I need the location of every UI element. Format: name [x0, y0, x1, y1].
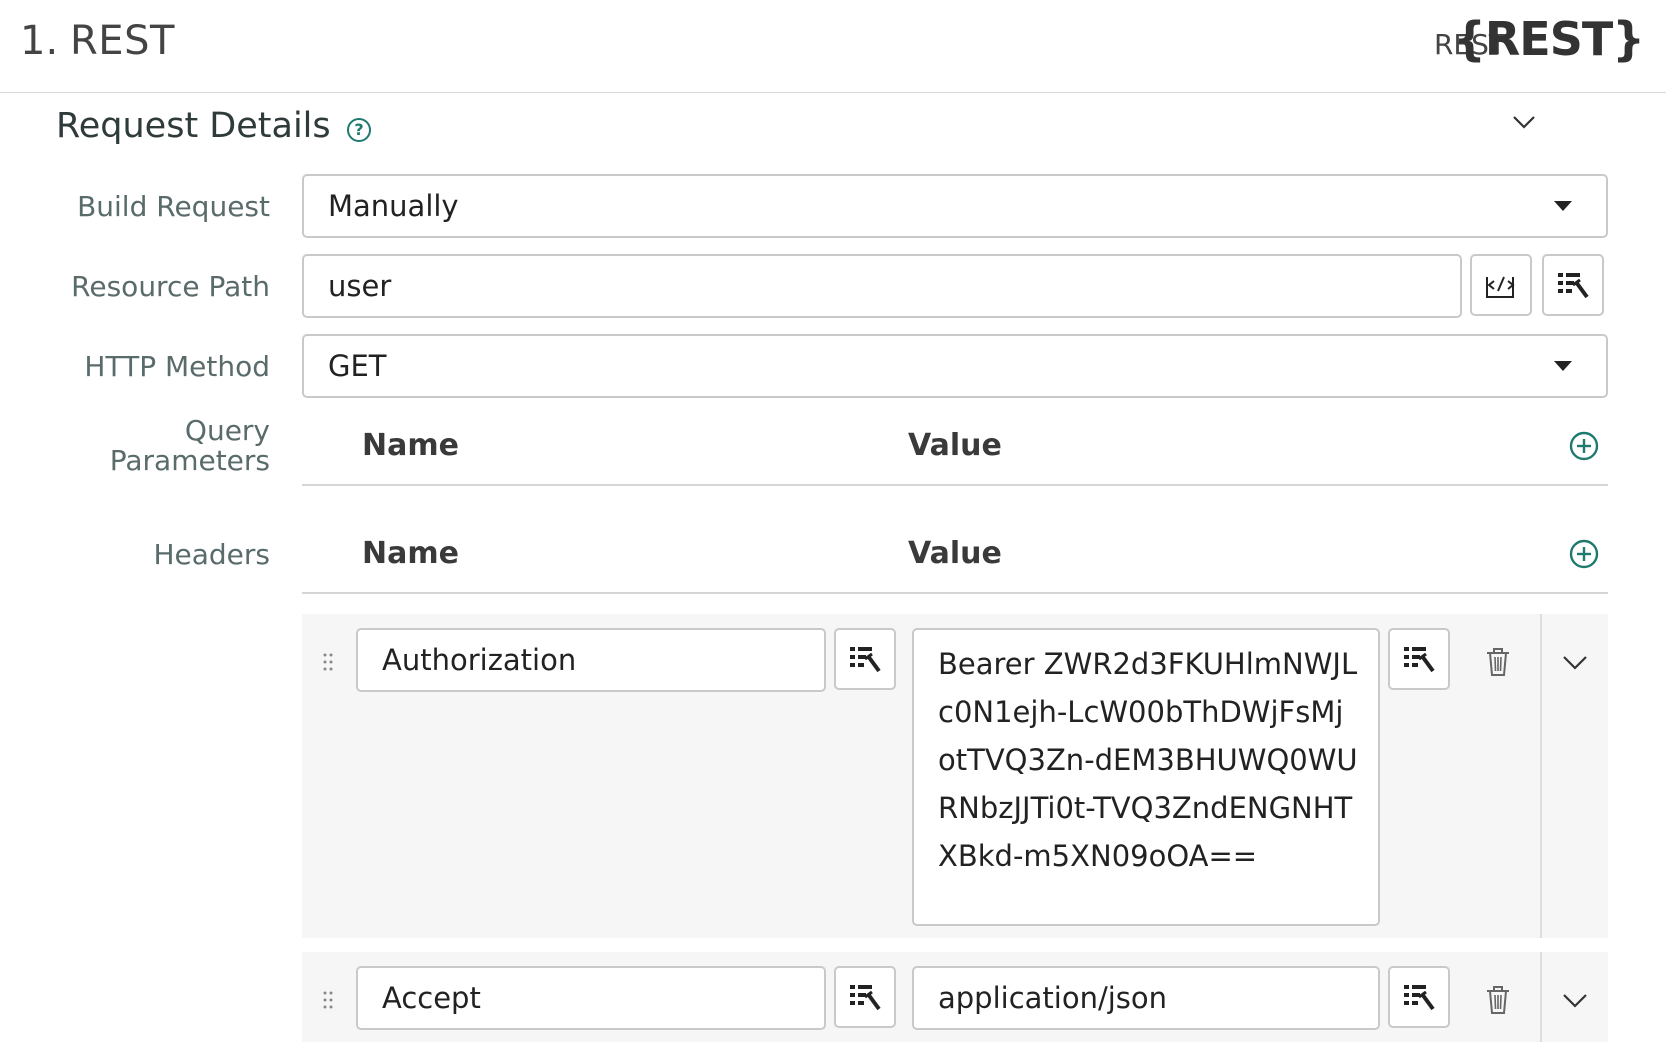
query-value-column-header: Value	[908, 428, 1002, 463]
query-parameters-divider	[302, 484, 1608, 486]
resource-path-label: Resource Path	[71, 270, 270, 303]
headers-label: Headers	[153, 538, 270, 571]
drag-handle-icon[interactable]	[321, 990, 335, 1010]
resource-path-input[interactable]: user	[302, 254, 1462, 318]
header-value-value: Bearer ZWR2d3FKUHlmNWJLc0N1ejh-LcW00bThD…	[938, 647, 1358, 873]
step-number: 1.	[20, 18, 59, 64]
header-name-input[interactable]: Accept	[356, 966, 826, 1030]
query-parameters-label-line1: Query	[184, 414, 270, 447]
header-value-input[interactable]: Bearer ZWR2d3FKUHlmNWJLc0N1ejh-LcW00bThD…	[912, 628, 1380, 926]
resource-path-value: user	[328, 269, 392, 303]
row-divider	[1540, 952, 1542, 1042]
header-name-variable-button[interactable]	[834, 628, 896, 690]
header-name-variable-button[interactable]	[834, 966, 896, 1028]
header-value-variable-button[interactable]	[1388, 628, 1450, 690]
header-name-value: Authorization	[382, 643, 577, 677]
query-name-column-header: Name	[362, 428, 459, 463]
headers-value-column-header: Value	[908, 536, 1002, 571]
header-value-variable-button[interactable]	[1388, 966, 1450, 1028]
chevron-down-icon[interactable]	[1560, 985, 1590, 1015]
code-editor-button[interactable]	[1470, 254, 1532, 316]
build-request-value: Manually	[328, 189, 459, 223]
variable-picker-button[interactable]	[1542, 254, 1604, 316]
dropdown-caret-icon	[1554, 361, 1572, 371]
build-request-label: Build Request	[77, 190, 270, 223]
variable-picker-icon	[1404, 647, 1435, 673]
query-parameters-label-line2: Parameters	[109, 444, 270, 477]
chevron-down-icon[interactable]	[1510, 108, 1538, 136]
code-edit-icon	[1486, 276, 1515, 298]
variable-picker-icon	[1558, 273, 1589, 299]
question-circle-icon[interactable]: ?	[347, 118, 371, 142]
drag-handle-icon[interactable]	[321, 652, 335, 672]
variable-picker-icon	[850, 985, 881, 1011]
headers-name-column-header: Name	[362, 536, 459, 571]
variable-picker-icon	[850, 647, 881, 673]
variable-picker-icon	[1404, 985, 1435, 1011]
header-value-value: application/json	[938, 981, 1168, 1015]
step-title[interactable]: REST	[70, 18, 175, 64]
http-method-value: GET	[328, 349, 387, 383]
query-parameters-label: Query Parameters	[110, 416, 270, 476]
dropdown-caret-icon	[1554, 201, 1572, 211]
add-header-icon[interactable]	[1569, 539, 1599, 569]
header-value-input[interactable]: application/json	[912, 966, 1380, 1030]
step-header: 1. REST REST {REST}	[0, 0, 1666, 93]
http-method-label: HTTP Method	[84, 350, 270, 383]
row-divider	[1540, 614, 1542, 938]
trash-icon[interactable]	[1483, 647, 1513, 677]
build-request-select[interactable]: Manually	[302, 174, 1608, 238]
header-name-input[interactable]: Authorization	[356, 628, 826, 692]
headers-divider	[302, 592, 1608, 594]
trash-icon[interactable]	[1483, 985, 1513, 1015]
chevron-down-icon[interactable]	[1560, 647, 1590, 677]
section-title: Request Details	[56, 106, 331, 146]
rest-logo: {REST}	[1453, 12, 1645, 66]
http-method-select[interactable]: GET	[302, 334, 1608, 398]
add-query-parameter-icon[interactable]	[1569, 431, 1599, 461]
header-name-value: Accept	[382, 981, 481, 1015]
